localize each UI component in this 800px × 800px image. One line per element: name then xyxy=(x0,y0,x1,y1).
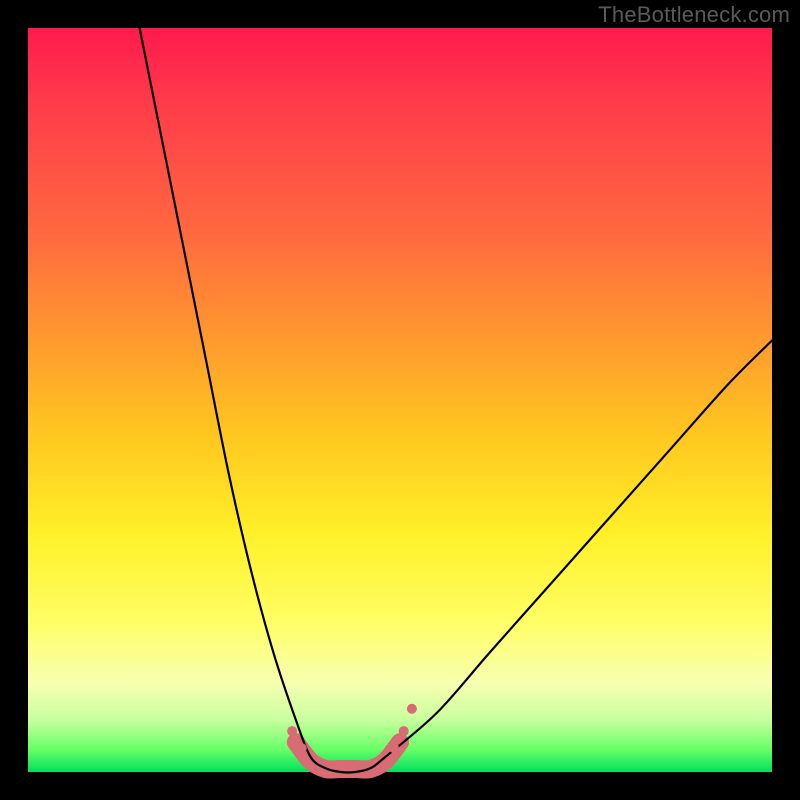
trough-dot xyxy=(389,743,399,753)
outer-frame: TheBottleneck.com xyxy=(0,0,800,800)
chart-svg xyxy=(28,28,772,772)
trough-dot xyxy=(407,704,417,714)
bottleneck-curve xyxy=(140,28,772,772)
watermark-text: TheBottleneck.com xyxy=(598,2,790,28)
trough-highlight xyxy=(296,742,400,769)
trough-dot xyxy=(297,743,307,753)
chart-plot-area xyxy=(28,28,772,772)
trough-dot xyxy=(287,726,297,736)
trough-dot xyxy=(399,726,409,736)
